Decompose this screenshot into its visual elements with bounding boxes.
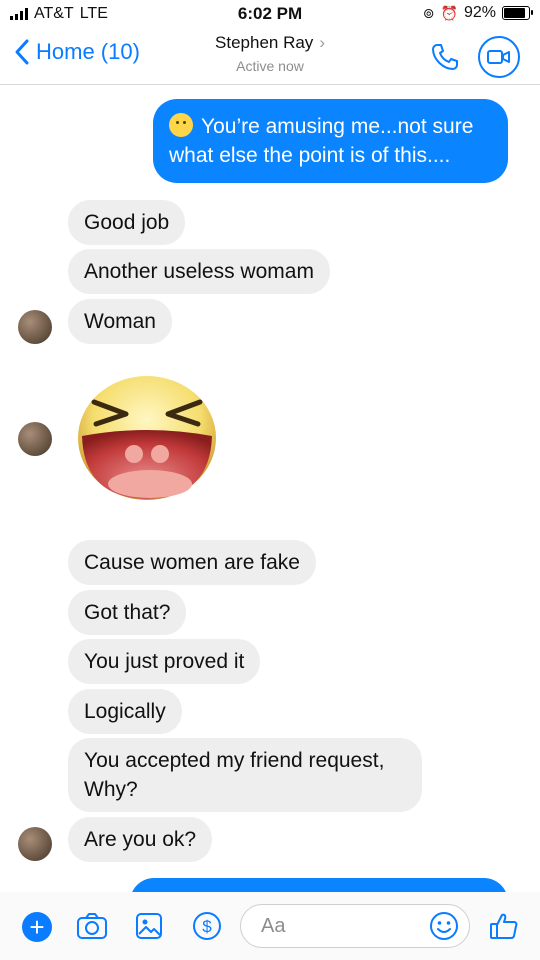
status-right: ⊚ ⏰ 92% (422, 4, 533, 22)
payment-button[interactable]: $ (189, 908, 225, 944)
incoming-message[interactable]: You just proved it (68, 639, 261, 684)
message-text: Got that? (84, 601, 171, 624)
message-text: Cause women are fake (84, 551, 300, 574)
message-text: Woman (84, 310, 156, 333)
contact-name: Stephen Ray (215, 33, 314, 52)
message-input[interactable]: Aa (240, 904, 470, 948)
incoming-message[interactable]: Another useless womam (68, 249, 330, 294)
conversation-header: Home (10) Stephen Ray › Active now (0, 28, 540, 85)
like-button[interactable] (486, 908, 522, 944)
contact-avatar[interactable] (18, 827, 52, 861)
image-icon (136, 913, 162, 939)
plus-icon: + (29, 912, 45, 942)
message-text: You’re amusing me...not sure what else t… (169, 115, 474, 167)
video-camera-icon (487, 50, 510, 64)
laughing-emoji-icon (78, 376, 216, 500)
phone-icon[interactable] (430, 42, 460, 72)
contact-avatar[interactable] (18, 310, 52, 344)
message-text: You just proved it (84, 650, 245, 673)
incoming-message[interactable]: You accepted my friend request, Why? (68, 738, 422, 812)
contact-avatar[interactable] (18, 422, 52, 456)
message-text: Good job (84, 211, 170, 234)
battery-icon (502, 6, 533, 20)
message-text: You accepted my friend request, Why? (84, 749, 385, 801)
battery-percent: 92% (463, 4, 496, 21)
orientation-lock-icon: ⊚ (422, 4, 435, 21)
message-text: Logically (84, 700, 166, 723)
alarm-icon: ⏰ (440, 4, 458, 21)
gallery-button[interactable] (131, 908, 167, 944)
camera-icon (77, 913, 107, 939)
incoming-message[interactable]: Good job (68, 200, 186, 245)
message-text: Another useless womam (84, 260, 314, 283)
incoming-message[interactable]: Got that? (68, 590, 187, 635)
chevron-right-icon: › (319, 33, 325, 52)
message-text: Are you ok? (84, 828, 197, 851)
svg-text:$: $ (202, 917, 212, 936)
status-bar: AT&T LTE 6:02 PM ⊚ ⏰ 92% (0, 0, 540, 28)
thumbs-up-icon (490, 913, 518, 939)
camera-button[interactable] (74, 908, 110, 944)
video-call-button[interactable] (478, 36, 520, 78)
incoming-message[interactable]: Cause women are fake (68, 540, 316, 585)
call-actions (430, 36, 520, 78)
dollar-icon: $ (193, 912, 221, 940)
emoji-icon[interactable] (429, 911, 459, 941)
message-composer: + $ Aa (0, 892, 540, 960)
laughing-sticker[interactable] (76, 372, 218, 502)
smiley-emoji-icon (169, 113, 193, 137)
incoming-message[interactable]: Logically (68, 689, 182, 734)
more-actions-button[interactable]: + (22, 912, 52, 942)
message-input-placeholder: Aa (261, 915, 286, 937)
outgoing-message[interactable]: You’re amusing me...not sure what else t… (153, 99, 508, 183)
incoming-message[interactable]: Woman (68, 299, 172, 344)
incoming-message[interactable]: Are you ok? (68, 817, 213, 862)
